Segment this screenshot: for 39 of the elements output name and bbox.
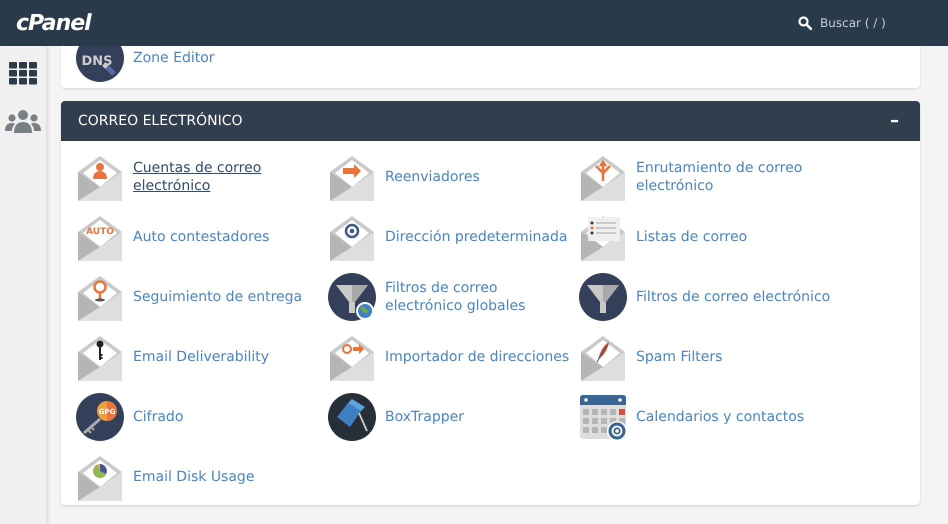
- tool-link[interactable]: Cifrado: [133, 408, 184, 426]
- tool-link[interactable]: Importador de direcciones: [385, 348, 570, 366]
- box-trap-icon: [328, 393, 376, 441]
- grid-icon: [9, 62, 37, 84]
- tool-link[interactable]: Spam Filters: [636, 348, 722, 366]
- tool-link[interactable]: Calendarios y contactos: [636, 408, 804, 426]
- envelope-auto-icon: AUTO: [76, 213, 124, 261]
- tool-link[interactable]: Enrutamiento de correo electrónico: [636, 159, 836, 195]
- dns-pencil-icon: DNS: [76, 46, 124, 82]
- tool-link[interactable]: BoxTrapper: [385, 408, 464, 426]
- envelope-feather-icon: [579, 333, 627, 381]
- tool-link[interactable]: Dirección predeterminada: [385, 228, 568, 246]
- collapse-toggle[interactable]: –: [886, 112, 903, 130]
- funnel-icon: [579, 273, 627, 321]
- tool-link[interactable]: Cuentas de correo electrónico: [133, 159, 328, 195]
- tool-link[interactable]: Seguimiento de entrega: [133, 288, 302, 306]
- calendar-icon: [579, 393, 627, 441]
- tool-link[interactable]: Email Deliverability: [133, 348, 270, 366]
- tool-link[interactable]: Zone Editor: [133, 49, 215, 67]
- section-header[interactable]: CORREO ELECTRÓNICO –: [61, 101, 920, 141]
- envelope-pie-chart-icon: [76, 453, 124, 501]
- users-icon: [5, 109, 41, 133]
- search-field[interactable]: Buscar ( / ): [820, 14, 932, 32]
- tool-link[interactable]: Listas de correo: [636, 228, 748, 246]
- section-title: CORREO ELECTRÓNICO: [78, 111, 243, 130]
- tool-link[interactable]: Filtros de correo electrónico globales: [385, 279, 579, 315]
- search-icon: [798, 16, 812, 30]
- tool-link[interactable]: Reenviadores: [385, 168, 480, 186]
- tool-link[interactable]: Email Disk Usage: [133, 468, 254, 486]
- tool-link[interactable]: Filtros de correo electrónico: [636, 288, 830, 306]
- envelope-list-icon: [579, 213, 627, 261]
- tool-link[interactable]: Auto contestadores: [133, 228, 270, 246]
- cpanel-logo[interactable]: cPanel: [16, 6, 91, 40]
- funnel-globe-icon: [328, 273, 376, 321]
- envelope-key-icon: [76, 333, 124, 381]
- envelope-pin-icon: [76, 273, 124, 321]
- envelope-arrow-icon: [328, 153, 376, 201]
- envelope-fork-icon: [579, 153, 627, 201]
- envelope-person-icon: [76, 153, 124, 201]
